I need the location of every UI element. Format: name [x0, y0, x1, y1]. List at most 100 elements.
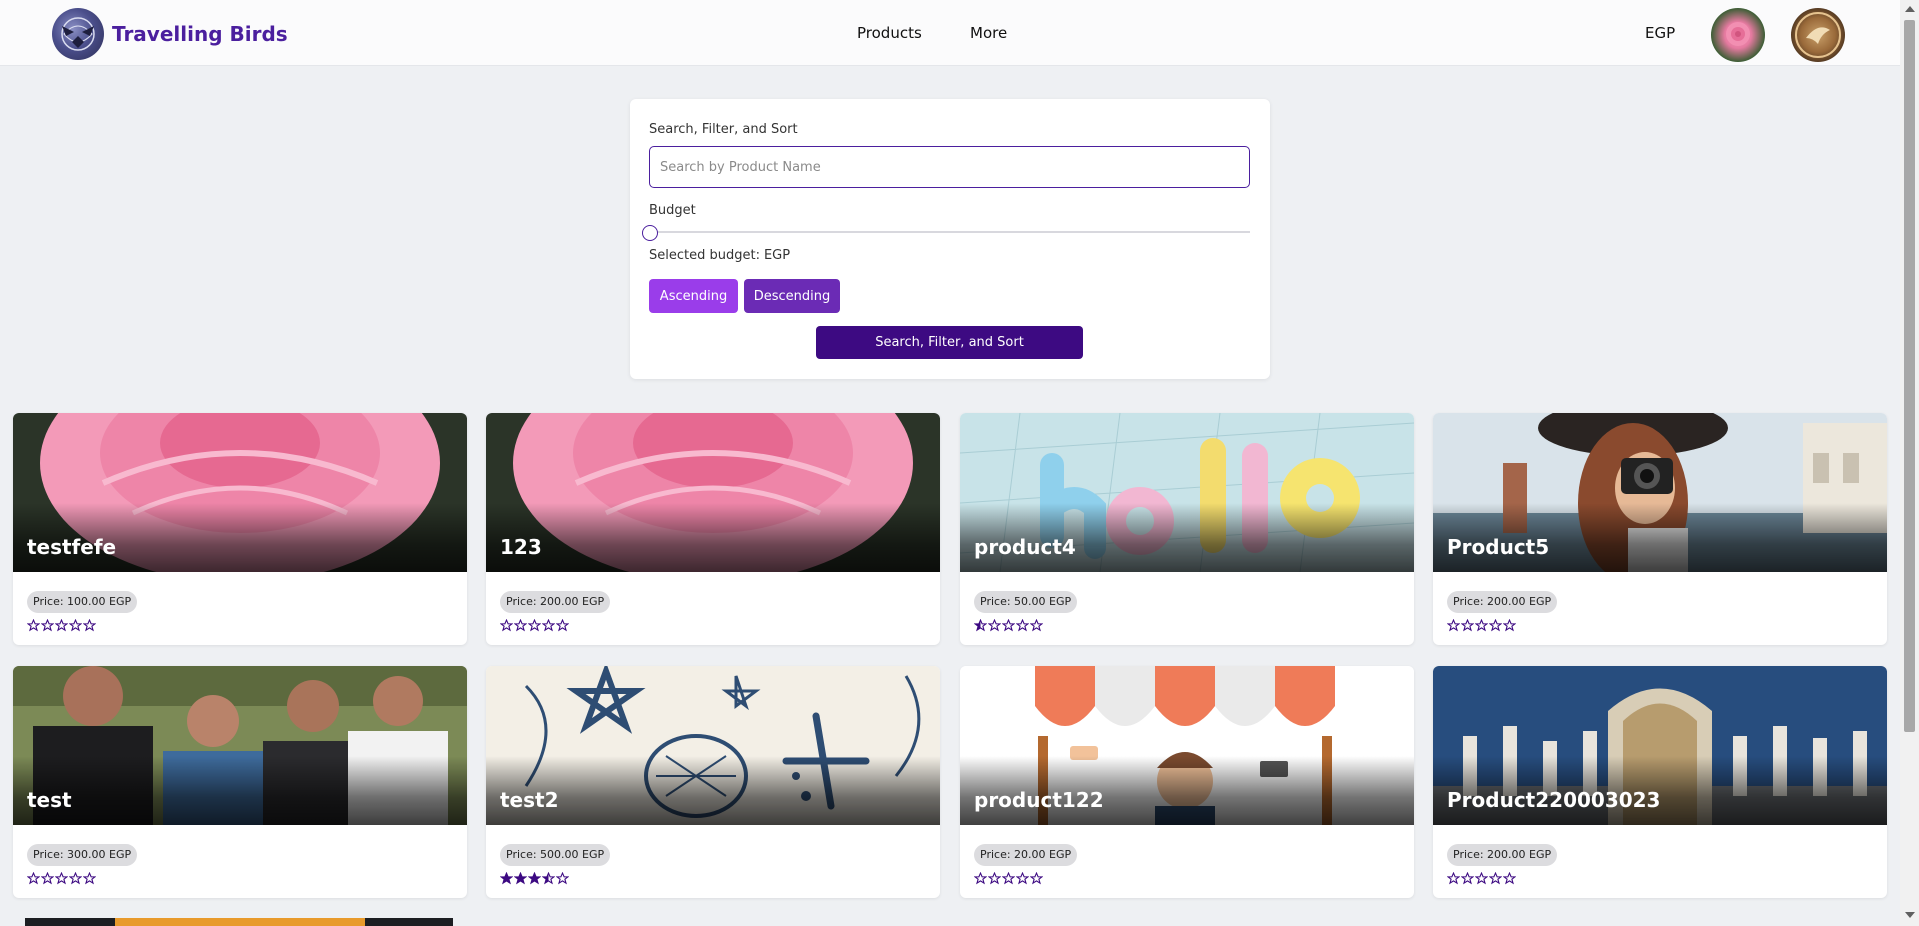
pink-rose-icon[interactable]: 123: [486, 413, 940, 572]
brand-name[interactable]: Travelling Birds: [112, 22, 288, 46]
product-title[interactable]: Product220003023: [1447, 788, 1660, 812]
star-empty-icon: [1016, 872, 1029, 885]
star-empty-icon: [556, 619, 569, 632]
star-empty-icon: [974, 872, 987, 885]
star-empty-icon: [1461, 872, 1474, 885]
star-empty-icon: [83, 619, 96, 632]
product-title[interactable]: product4: [974, 535, 1076, 559]
profile-avatar-icon[interactable]: [1791, 8, 1845, 62]
selected-budget-text: Selected budget: EGP: [649, 248, 790, 263]
product-title[interactable]: testfefe: [27, 535, 116, 559]
star-empty-icon: [1447, 872, 1460, 885]
product-card[interactable]: test Price: 300.00 EGP: [13, 666, 467, 898]
product-title[interactable]: test2: [500, 788, 559, 812]
budget-slider-thumb[interactable]: [642, 225, 658, 241]
star-empty-icon: [83, 872, 96, 885]
product-card[interactable]: test2 Price: 500.00 EGP: [486, 666, 940, 898]
star-empty-icon: [1002, 872, 1015, 885]
product-card[interactable]: Product5 Price: 200.00 EGP: [1433, 413, 1887, 645]
star-empty-icon: [1030, 619, 1043, 632]
star-empty-icon: [1503, 872, 1516, 885]
product-title[interactable]: Product5: [1447, 535, 1549, 559]
selected-budget-label: Selected budget:: [649, 248, 760, 263]
product-card[interactable]: product4 Price: 50.00 EGP: [960, 413, 1414, 645]
price-badge: Price: 200.00 EGP: [500, 591, 611, 613]
hello-letters-icon[interactable]: product4: [960, 413, 1414, 572]
star-empty-icon: [1461, 619, 1474, 632]
star-half-icon: [542, 872, 555, 885]
price-badge: Price: 200.00 EGP: [1447, 844, 1558, 866]
page-scrollbar[interactable]: [1900, 0, 1919, 926]
search-input[interactable]: [649, 146, 1250, 188]
nav-products[interactable]: Products: [857, 24, 922, 42]
product-title[interactable]: 123: [500, 535, 542, 559]
rating-stars: [1447, 872, 1516, 885]
star-empty-icon: [69, 619, 82, 632]
image-shade: [13, 756, 467, 825]
rating-stars: [974, 872, 1043, 885]
star-empty-icon: [1503, 619, 1516, 632]
price-badge: Price: 500.00 EGP: [500, 844, 611, 866]
product-card[interactable]: Product220003023 Price: 200.00 EGP: [1433, 666, 1887, 898]
star-empty-icon: [1447, 619, 1460, 632]
star-empty-icon: [1475, 619, 1488, 632]
product-card[interactable]: testfefe Price: 100.00 EGP: [13, 413, 467, 645]
sort-descending-button[interactable]: Descending: [744, 279, 840, 313]
star-empty-icon: [1489, 872, 1502, 885]
star-empty-icon: [41, 619, 54, 632]
rose-avatar-icon[interactable]: [1711, 8, 1765, 62]
next-product-image-strip: [115, 918, 365, 926]
product-card[interactable]: product122 Price: 20.00 EGP: [960, 666, 1414, 898]
star-filled-icon: [500, 872, 513, 885]
rating-stars: [1447, 619, 1516, 632]
scroll-thumb[interactable]: [1904, 20, 1915, 732]
price-badge: Price: 20.00 EGP: [974, 844, 1078, 866]
scroll-up-arrow-icon[interactable]: [1905, 6, 1915, 12]
rating-stars: [500, 619, 569, 632]
rating-stars: [27, 619, 96, 632]
currency-selector[interactable]: EGP: [1645, 24, 1675, 42]
budget-slider-track[interactable]: [655, 231, 1250, 233]
star-empty-icon: [1016, 619, 1029, 632]
nav-more[interactable]: More: [970, 24, 1007, 42]
product-title[interactable]: test: [27, 788, 72, 812]
star-empty-icon: [41, 872, 54, 885]
rating-stars: [27, 872, 96, 885]
panel-title: Search, Filter, and Sort: [649, 122, 798, 137]
pink-rose-icon[interactable]: testfefe: [13, 413, 467, 572]
price-badge: Price: 100.00 EGP: [27, 591, 138, 613]
selected-budget-currency: EGP: [763, 248, 791, 263]
star-empty-icon: [988, 872, 1001, 885]
brand-link[interactable]: Travelling Birds: [52, 8, 288, 60]
star-empty-icon: [514, 619, 527, 632]
budget-label: Budget: [649, 203, 696, 218]
top-navbar: Travelling Birds Products More EGP: [0, 0, 1900, 66]
star-empty-icon: [1489, 619, 1502, 632]
shop-awning-icon[interactable]: product122: [960, 666, 1414, 825]
search-filter-sort-button[interactable]: Search, Filter, and Sort: [816, 326, 1083, 359]
star-empty-icon: [55, 872, 68, 885]
scroll-down-arrow-icon[interactable]: [1905, 912, 1915, 918]
next-product-card-peek[interactable]: [25, 918, 453, 926]
price-badge: Price: 300.00 EGP: [27, 844, 138, 866]
product-card[interactable]: 123 Price: 200.00 EGP: [486, 413, 940, 645]
rating-stars: [974, 619, 1043, 632]
star-empty-icon: [542, 619, 555, 632]
star-empty-icon: [27, 872, 40, 885]
image-shade: [486, 503, 940, 572]
star-empty-icon: [500, 619, 513, 632]
star-empty-icon: [1002, 619, 1015, 632]
sort-ascending-button[interactable]: Ascending: [649, 279, 738, 313]
star-empty-icon: [55, 619, 68, 632]
museum-hall-icon[interactable]: Product220003023: [1433, 666, 1887, 825]
star-empty-icon: [988, 619, 1001, 632]
star-empty-icon: [69, 872, 82, 885]
logo-bird-globe-icon: [52, 8, 104, 60]
photographer-icon[interactable]: Product5: [1433, 413, 1887, 572]
price-badge: Price: 200.00 EGP: [1447, 591, 1558, 613]
seashells-icon[interactable]: test2: [486, 666, 940, 825]
group-photo-icon[interactable]: test: [13, 666, 467, 825]
star-empty-icon: [1475, 872, 1488, 885]
star-empty-icon: [528, 619, 541, 632]
product-title[interactable]: product122: [974, 788, 1104, 812]
